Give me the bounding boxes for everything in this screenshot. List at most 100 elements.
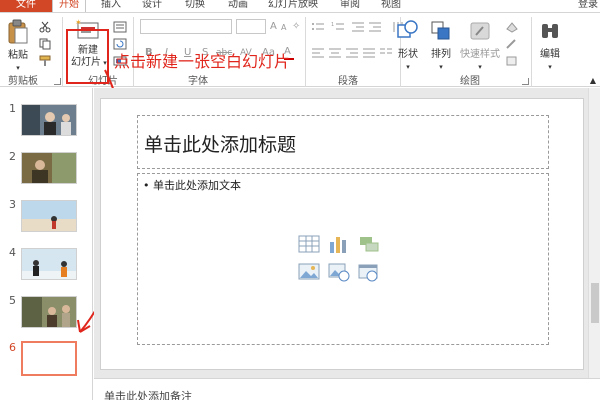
- bullets-icon[interactable]: [311, 21, 325, 33]
- columns-icon[interactable]: [379, 47, 393, 59]
- reset-icon[interactable]: [113, 38, 127, 50]
- slide-thumbnail-2[interactable]: [21, 152, 77, 184]
- chevron-down-icon: ▾: [478, 63, 482, 71]
- numbering-icon[interactable]: 1: [331, 21, 345, 33]
- shapes-icon: [397, 20, 418, 38]
- paste-label: 粘贴: [8, 50, 28, 61]
- insert-table-icon[interactable]: [298, 234, 320, 254]
- tab-animations[interactable]: 动画: [228, 0, 248, 12]
- thumb-photo: [22, 105, 76, 135]
- tab-file[interactable]: 文件: [0, 0, 52, 12]
- thumb-number: 3: [9, 198, 16, 211]
- tab-review[interactable]: 审阅: [340, 0, 360, 12]
- login-link[interactable]: 登录: [578, 0, 598, 12]
- shape-outline-icon[interactable]: [505, 38, 519, 50]
- tab-insert[interactable]: 插入: [101, 0, 121, 12]
- thumb-number: 5: [9, 294, 16, 307]
- thumb-number: 4: [9, 246, 16, 259]
- copy-icon[interactable]: [38, 38, 52, 50]
- svg-text:1: 1: [331, 22, 334, 28]
- format-painter-icon[interactable]: [38, 55, 52, 67]
- body-placeholder-text: • 单击此处添加文本: [143, 179, 241, 192]
- cut-icon[interactable]: [38, 21, 52, 33]
- shape-effects-icon[interactable]: [505, 55, 519, 67]
- thumb-photo: [22, 249, 76, 279]
- slide-editing-area: 单击此处添加标题 • 单击此处添加文本: [94, 88, 588, 378]
- shrink-font-icon[interactable]: A: [281, 22, 286, 34]
- thumb-photo: [22, 153, 76, 183]
- collapse-ribbon-icon[interactable]: ▲: [588, 75, 598, 87]
- arrange-button[interactable]: 排列 ▾: [427, 17, 455, 75]
- font-family-dropdown[interactable]: [140, 19, 232, 34]
- slide-thumbnail-panel: 1 2 3 4 5 6: [0, 88, 93, 400]
- separator: [531, 17, 532, 87]
- thumb-number: 2: [9, 150, 16, 163]
- shapes-label: 形状: [398, 49, 418, 60]
- grow-font-icon[interactable]: A: [270, 21, 277, 33]
- arrange-icon: [431, 21, 450, 40]
- tab-home[interactable]: 开始: [52, 0, 86, 12]
- separator: [305, 17, 306, 87]
- quick-styles-button[interactable]: 快速样式 ▾: [458, 17, 502, 75]
- quick-styles-label: 快速样式: [460, 49, 500, 60]
- binoculars-icon: [542, 24, 558, 38]
- clear-format-icon[interactable]: ✧: [292, 21, 300, 33]
- chevron-down-icon: ▾: [548, 63, 552, 71]
- paste-button[interactable]: 粘贴 ▾: [6, 17, 30, 73]
- title-placeholder[interactable]: 单击此处添加标题: [137, 115, 549, 169]
- layout-icon[interactable]: [113, 21, 127, 33]
- slide-thumbnail-5[interactable]: [21, 296, 77, 328]
- insert-online-picture-icon[interactable]: [328, 262, 350, 282]
- thumb-number: 1: [9, 102, 16, 115]
- justify-icon[interactable]: [362, 47, 376, 59]
- editing-button[interactable]: 编辑 ▾: [534, 17, 566, 75]
- thumb-number: 6: [9, 341, 16, 354]
- tab-design[interactable]: 设计: [142, 0, 162, 12]
- shapes-button[interactable]: 形状 ▾: [394, 17, 422, 75]
- tab-transitions[interactable]: 切换: [185, 0, 205, 12]
- slide-thumbnail-3[interactable]: [21, 200, 77, 232]
- thumb-photo: [22, 297, 76, 327]
- highlight-box: [66, 29, 109, 84]
- group-label-drawing: 绘图: [460, 76, 480, 87]
- scrollbar-thumb[interactable]: [591, 283, 599, 323]
- insert-picture-icon[interactable]: [298, 262, 320, 282]
- editing-label: 编辑: [540, 49, 560, 60]
- clipboard-launcher[interactable]: [54, 78, 61, 85]
- quick-styles-icon: [470, 22, 490, 40]
- align-center-icon[interactable]: [328, 47, 342, 59]
- chevron-down-icon: ▾: [406, 63, 410, 71]
- vertical-scrollbar[interactable]: [588, 88, 600, 378]
- insert-smartart-icon[interactable]: [358, 234, 380, 254]
- shape-fill-icon[interactable]: [505, 21, 519, 33]
- slide-thumbnail-1[interactable]: [21, 104, 77, 136]
- slide-canvas: 单击此处添加标题 • 单击此处添加文本: [100, 98, 584, 370]
- insert-content-icons: [298, 234, 386, 290]
- group-label-font: 字体: [188, 76, 208, 87]
- drawing-launcher[interactable]: [522, 78, 529, 85]
- svg-text:✶: ✶: [75, 19, 82, 27]
- title-placeholder-text: 单击此处添加标题: [144, 134, 297, 156]
- tab-slideshow[interactable]: 幻灯片放映: [268, 0, 318, 12]
- paste-icon: [8, 19, 28, 44]
- slide-thumbnail-6[interactable]: [21, 341, 77, 376]
- chevron-down-icon: ▾: [16, 64, 20, 72]
- slide-thumbnail-4[interactable]: [21, 248, 77, 280]
- insert-video-icon[interactable]: [358, 262, 380, 282]
- body-placeholder[interactable]: • 单击此处添加文本: [137, 173, 549, 345]
- group-label-paragraph: 段落: [338, 76, 358, 87]
- group-label-clipboard: 剪贴板: [8, 76, 38, 87]
- separator: [62, 17, 63, 87]
- font-size-dropdown[interactable]: [236, 19, 266, 34]
- align-left-icon[interactable]: [311, 47, 325, 59]
- decrease-indent-icon[interactable]: [351, 21, 365, 33]
- align-right-icon[interactable]: [345, 47, 359, 59]
- arrange-label: 排列: [431, 49, 451, 60]
- increase-indent-icon[interactable]: [368, 21, 382, 33]
- thumb-photo: [22, 201, 76, 231]
- ribbon: 粘贴 ▾ 剪贴板 ✶ 新建 幻灯片 ▾ 幻灯片 A A ✧ B I U S ab…: [0, 12, 600, 87]
- tab-view[interactable]: 视图: [381, 0, 401, 12]
- annotation-text: 点击新建一张空白幻灯片: [114, 52, 291, 71]
- notes-pane[interactable]: 单击此处添加备注: [94, 378, 600, 400]
- insert-chart-icon[interactable]: [328, 234, 350, 254]
